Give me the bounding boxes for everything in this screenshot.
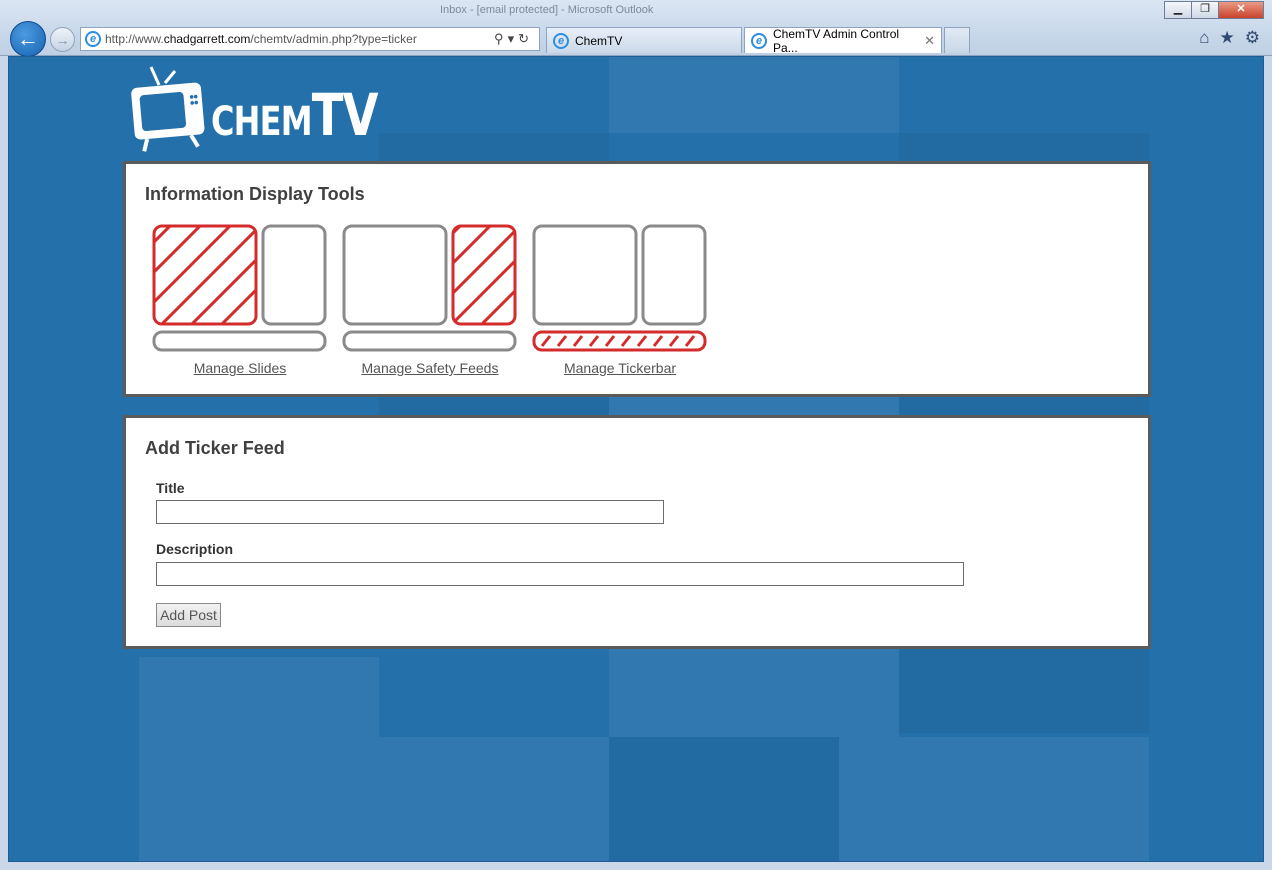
back-arrow-icon: ← xyxy=(17,26,39,51)
close-window-button[interactable]: ✕ xyxy=(1218,1,1264,19)
manage-tickerbar-link[interactable]: Manage Tickerbar xyxy=(532,360,708,376)
tickerbar-layout-icon xyxy=(532,224,707,352)
tab-label: ChemTV Admin Control Pa... xyxy=(773,26,900,55)
panel-heading: Information Display Tools xyxy=(145,184,365,204)
tab-chemtv-admin[interactable]: e ChemTV Admin Control Pa... ✕ xyxy=(744,26,942,55)
slides-layout-icon xyxy=(152,224,327,352)
background-collage-tile xyxy=(839,737,1149,861)
add-post-button[interactable]: Add Post xyxy=(156,603,221,627)
tab-label: ChemTV xyxy=(575,33,623,48)
back-button[interactable]: ← xyxy=(10,21,46,57)
title-input[interactable] xyxy=(156,500,664,524)
ie-tab-icon: e xyxy=(751,32,767,49)
background-collage-tile xyxy=(609,737,839,861)
favorites-star-icon[interactable]: ★ xyxy=(1220,28,1235,48)
window-caption: Inbox - [email protected] - Microsoft Ou… xyxy=(440,4,654,16)
settings-gear-icon[interactable]: ⚙ xyxy=(1245,28,1260,48)
home-icon[interactable]: ⌂ xyxy=(1199,28,1209,48)
tv-icon xyxy=(131,66,205,152)
title-label: Title xyxy=(156,480,185,496)
logo-wordmark: CHEMTV xyxy=(211,81,379,149)
address-bar[interactable]: e http://www.chadgarrett.com/chemtv/admi… xyxy=(80,27,540,51)
page-viewport: CHEMTV Information Display Tools Manage … xyxy=(8,56,1264,862)
manage-safety-feeds-tool[interactable]: Manage Safety Feeds xyxy=(342,224,518,378)
ie-tab-icon: e xyxy=(553,32,569,49)
background-collage-tile xyxy=(609,57,899,133)
manage-safety-feeds-link[interactable]: Manage Safety Feeds xyxy=(342,360,518,376)
window-controls: ▁ ❐ ✕ xyxy=(1164,1,1264,19)
tab-close-icon[interactable]: ✕ xyxy=(924,33,935,49)
tab-chemtv[interactable]: e ChemTV xyxy=(546,27,742,53)
add-ticker-feed-panel: Add Ticker Feed Title Description Add Po… xyxy=(123,415,1151,649)
background-collage-tile xyxy=(379,737,609,861)
browser-chrome: Inbox - [email protected] - Microsoft Ou… xyxy=(0,0,1272,57)
forward-button[interactable]: → xyxy=(50,27,75,52)
information-display-tools-panel: Information Display Tools Manage Slides xyxy=(123,161,1151,397)
background-collage-tile xyxy=(139,657,379,861)
chemtv-logo[interactable]: CHEMTV xyxy=(129,63,379,153)
description-label: Description xyxy=(156,541,234,557)
window-frame-bottom xyxy=(0,862,1272,870)
manage-slides-tool[interactable]: Manage Slides xyxy=(152,224,328,378)
maximize-button[interactable]: ❐ xyxy=(1191,1,1218,19)
new-tab-button[interactable] xyxy=(944,27,970,53)
forward-arrow-icon: → xyxy=(55,31,70,48)
safety-feeds-layout-icon xyxy=(342,224,517,352)
manage-tickerbar-tool[interactable]: Manage Tickerbar xyxy=(532,224,708,378)
browser-toolbar: ⌂ ★ ⚙ xyxy=(1199,28,1260,48)
manage-slides-link[interactable]: Manage Slides xyxy=(152,360,328,376)
ie-page-icon: e xyxy=(85,31,101,47)
address-url: http://www.chadgarrett.com/chemtv/admin.… xyxy=(105,32,417,46)
panel-heading: Add Ticker Feed xyxy=(145,438,285,458)
description-input[interactable] xyxy=(156,562,964,586)
address-tools-icons[interactable]: ⚲▾↻ xyxy=(494,31,533,47)
minimize-button[interactable]: ▁ xyxy=(1164,1,1191,19)
